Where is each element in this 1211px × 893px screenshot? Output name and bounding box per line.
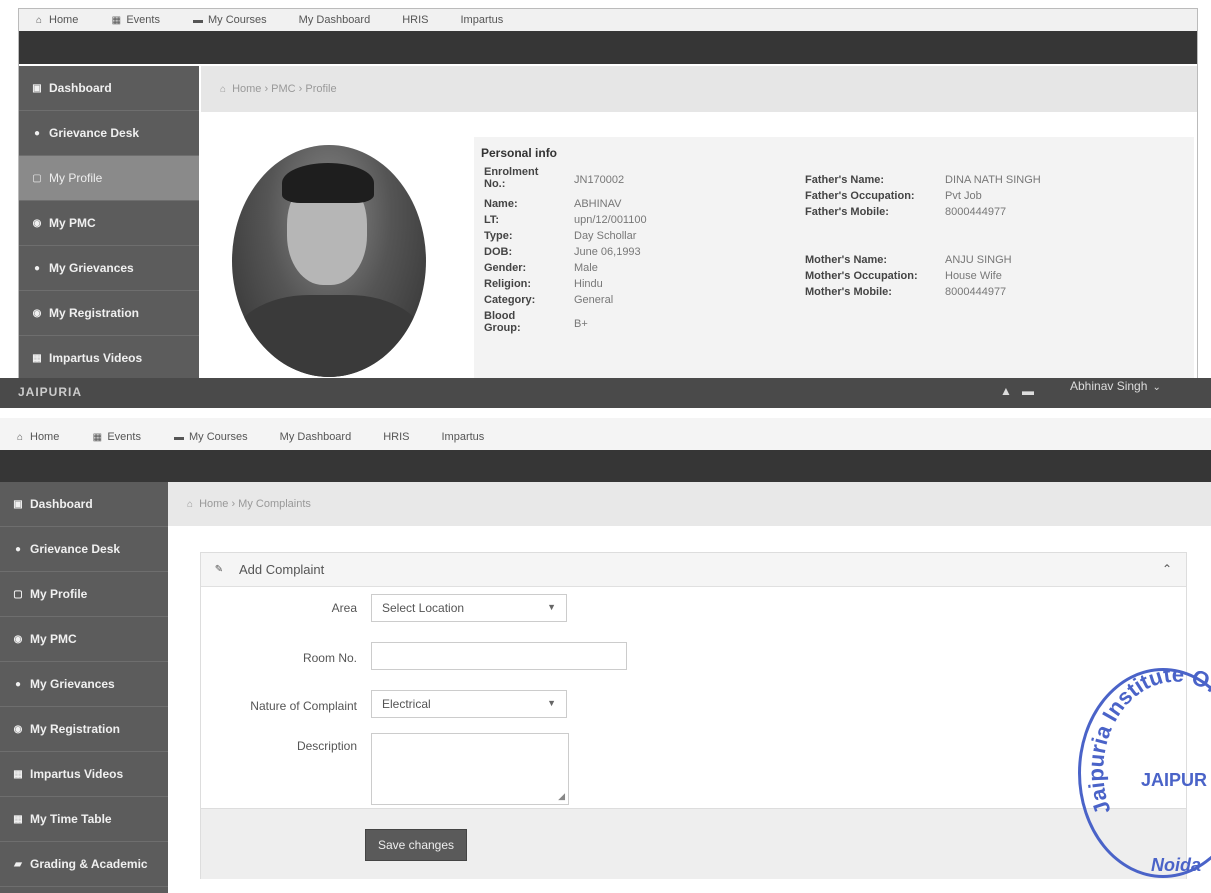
users-icon: ◉ [32, 307, 42, 319]
users-icon: ◉ [13, 633, 23, 645]
nav-hris[interactable]: HRIS [383, 431, 409, 443]
personal-info-title: Personal info [481, 146, 558, 160]
resize-handle-icon[interactable]: ◢ [558, 791, 565, 802]
home-icon: ⌂ [186, 498, 194, 510]
avatar [232, 145, 426, 377]
sidebar: ▣ Dashboard ● Grievance Desk ▢ My Profile ◉… [19, 66, 199, 386]
dropdown-caret-icon: ▼ [547, 698, 556, 708]
room-input[interactable] [371, 642, 627, 670]
sidebar-item-my-profile[interactable]: ▢ My Profile [19, 156, 199, 201]
sidebar-item-my-time-table[interactable]: ▦ My Time Table [0, 797, 168, 842]
institute-stamp: Jaipuria Institute Of JAIPUR Noida [1078, 662, 1211, 878]
student-details: Enrolment No.: JN170002 Name: ABHINAV LT… [484, 166, 647, 334]
sidebar-item-my-registration[interactable]: ◉ My Registration [19, 291, 199, 336]
calendar-icon: ▦ [13, 813, 23, 825]
area-select[interactable]: Select Location ▼ [371, 594, 567, 622]
header-bar: JAIPURIA ▲ ▬ Abhinav Singh ⌄ [0, 378, 1211, 408]
top-nav: ⌂ Home ▦ Events ▬ My Courses My Dashboard H… [19, 9, 1197, 31]
svg-text:JAIPUR: JAIPUR [1141, 770, 1207, 790]
users-icon: ◉ [13, 723, 23, 735]
svg-text:Noida: Noida [1151, 855, 1201, 875]
sidebar-item-my-profile[interactable]: ▢ My Profile [0, 572, 168, 617]
info-icon: ● [14, 678, 22, 690]
dark-bar [0, 450, 1211, 482]
calendar-icon: ▦ [92, 431, 103, 443]
dashboard-icon: ▣ [32, 82, 42, 94]
profile-screenshot: ⌂ Home ▦ Events ▬ My Courses My Dashboard H… [18, 8, 1198, 387]
sidebar-item-my-grievances[interactable]: ● My Grievances [19, 246, 199, 291]
sidebar-item-impartus-videos[interactable]: ▦ Impartus Videos [0, 752, 168, 797]
info-icon: ● [33, 127, 41, 139]
sidebar-item-grievance-desk[interactable]: ● Grievance Desk [19, 111, 199, 156]
nav-impartus[interactable]: Impartus [461, 14, 504, 26]
save-button[interactable]: Save changes [365, 829, 467, 861]
users-icon: ◉ [32, 217, 42, 229]
book-icon: ▰ [14, 858, 22, 870]
nav-dashboard[interactable]: My Dashboard [299, 14, 371, 26]
nav-hris[interactable]: HRIS [402, 14, 428, 26]
nav-courses[interactable]: ▬ My Courses [173, 431, 248, 443]
sidebar-item-my-grievances[interactable]: ● My Grievances [0, 662, 168, 707]
calendar-icon: ▦ [13, 768, 23, 780]
sidebar-item-grievance-desk[interactable]: ● Grievance Desk [0, 527, 168, 572]
description-label: Description [296, 739, 357, 753]
nature-label: Nature of Complaint [250, 699, 357, 713]
nav-courses[interactable]: ▬ My Courses [192, 14, 267, 26]
nature-select[interactable]: Electrical ▼ [371, 690, 567, 718]
add-complaint-panel: ✎ Add Complaint ⌃ Area Select Location ▼… [200, 552, 1187, 879]
chat-icon[interactable]: ▬ [1022, 384, 1034, 398]
sidebar-item-my-pmc[interactable]: ◉ My PMC [0, 617, 168, 662]
dropdown-caret-icon: ▼ [547, 602, 556, 612]
panel-title: Add Complaint [239, 562, 325, 577]
nav-dashboard[interactable]: My Dashboard [280, 431, 352, 443]
home-icon: ⌂ [219, 83, 227, 95]
form-footer: Save changes [201, 808, 1186, 879]
dark-bar [19, 31, 1197, 64]
home-icon: ⌂ [16, 431, 24, 443]
file-icon: ▢ [13, 588, 23, 600]
nav-events[interactable]: ▦ Events [91, 431, 141, 443]
sidebar-item-dashboard[interactable]: ▣ Dashboard [19, 66, 199, 111]
sidebar-item-dashboard[interactable]: ▣ Dashboard [0, 482, 168, 527]
breadcrumb: ⌂ Home › PMC › Profile [201, 66, 1197, 112]
dashboard-icon: ▣ [13, 498, 23, 510]
chevron-up-icon[interactable]: ⌃ [1162, 562, 1172, 576]
info-icon: ● [14, 543, 22, 555]
room-label: Room No. [302, 651, 357, 665]
brand-logo: JAIPURIA [18, 385, 83, 399]
calendar-icon: ▦ [111, 14, 122, 26]
sidebar-item-impartus-videos[interactable]: ▦ Impartus Videos [19, 336, 199, 381]
info-icon: ● [33, 262, 41, 274]
nav-home[interactable]: ⌂ Home [33, 14, 78, 26]
user-menu[interactable]: Abhinav Singh ⌄ [1070, 379, 1163, 393]
breadcrumb: ⌂ Home › My Complaints [168, 482, 1211, 526]
nav-impartus[interactable]: Impartus [442, 431, 485, 443]
area-label: Area [331, 601, 357, 615]
sidebar-item-grading-academic[interactable]: ▰ Grading & Academic [0, 842, 168, 887]
parent-details: Father's Name: DINA NATH SINGH Father's … [805, 174, 1041, 298]
complaint-screenshot: JAIPURIA ▲ ▬ Abhinav Singh ⌄ ⌂ Home ▦ Even… [0, 378, 1211, 893]
edit-icon: ✎ [214, 564, 224, 575]
nav-home[interactable]: ⌂ Home [14, 431, 59, 443]
briefcase-icon: ▬ [192, 14, 203, 26]
briefcase-icon: ▬ [173, 431, 184, 443]
panel-header: ✎ Add Complaint ⌃ [201, 553, 1186, 587]
home-icon: ⌂ [35, 14, 43, 26]
sidebar-item-my-registration[interactable]: ◉ My Registration [0, 707, 168, 752]
sidebar: ▣ Dashboard ● Grievance Desk ▢ My Profile ◉… [0, 482, 168, 893]
calendar-icon: ▦ [32, 352, 42, 364]
svg-text:Jaipuria Institute Of: Jaipuria Institute Of [1083, 671, 1211, 818]
bell-icon[interactable]: ▲ [1000, 384, 1012, 398]
stamp-graphic: Jaipuria Institute Of JAIPUR Noida [1083, 662, 1211, 875]
sidebar-item-my-pmc[interactable]: ◉ My PMC [19, 201, 199, 246]
nav-events[interactable]: ▦ Events [110, 14, 160, 26]
chevron-down-icon: ⌄ [1152, 382, 1161, 393]
file-icon: ▢ [32, 172, 42, 184]
description-textarea[interactable]: ◢ [371, 733, 569, 805]
